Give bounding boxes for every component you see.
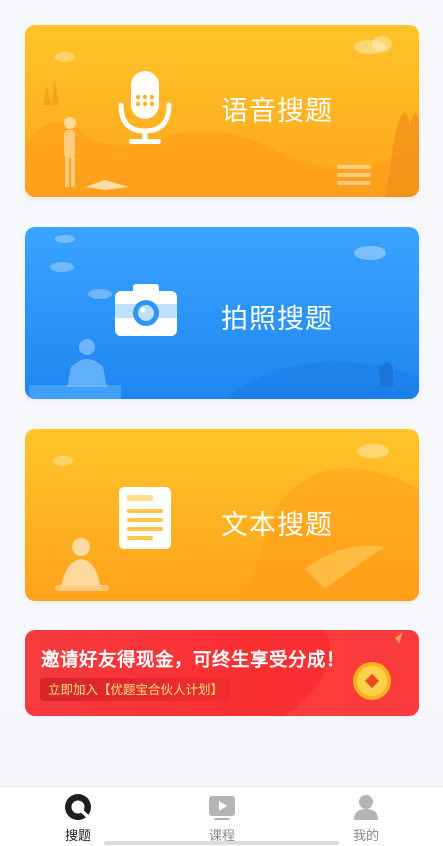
photo-search-label: 拍照搜题 [221, 304, 333, 335]
invite-partner-banner[interactable]: 邀请好友得现金，可终生享受分成！ 立即加入【优题宝合伙人计划】 [25, 630, 419, 716]
user-profile-icon [354, 795, 378, 820]
banner-subtitle: 立即加入【优题宝合伙人计划】 [40, 678, 232, 701]
search-home-page: 语音搜题 拍照搜题 文本搜题 邀请好友得现金，可终生享受分成！ 立即加入【优题宝… [0, 0, 443, 846]
voice-search-label: 语音搜题 [221, 96, 333, 127]
camera-icon [115, 284, 177, 336]
photo-search-card[interactable]: 拍照搜题 [25, 227, 419, 399]
bottom-tab-bar: 搜题 课程 我的 [0, 786, 443, 846]
gold-coin-icon [353, 662, 391, 700]
tab-profile[interactable]: 我的 [311, 787, 421, 846]
home-indicator [104, 841, 339, 845]
text-search-card[interactable]: 文本搜题 [25, 429, 419, 601]
microphone-icon [118, 71, 172, 144]
play-video-icon [209, 796, 235, 820]
tab-search[interactable]: 搜题 [23, 787, 133, 846]
voice-search-card[interactable]: 语音搜题 [25, 25, 419, 197]
text-search-label: 文本搜题 [221, 510, 333, 541]
search-tab-icon [65, 794, 91, 820]
tab-courses[interactable]: 课程 [167, 787, 277, 846]
document-icon [119, 487, 171, 549]
banner-title: 邀请好友得现金，可终生享受分成！ [41, 650, 346, 671]
